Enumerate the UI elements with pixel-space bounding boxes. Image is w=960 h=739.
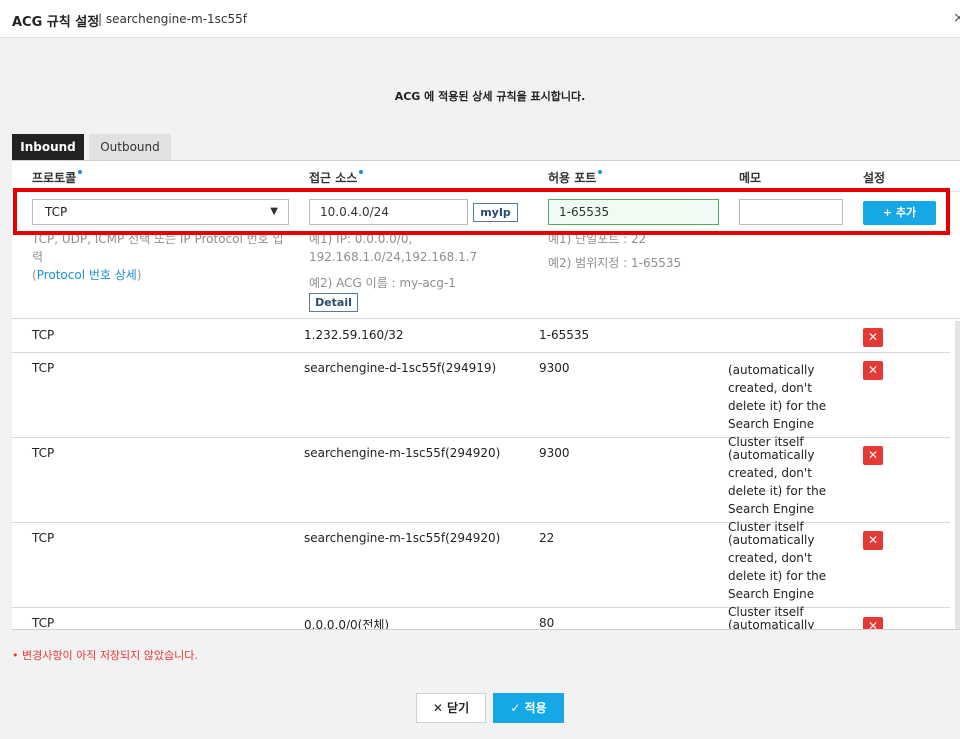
column-header-memo: 메모 <box>739 171 762 185</box>
required-dot-icon <box>359 170 364 174</box>
close-icon[interactable]: × <box>953 10 960 26</box>
detail-button[interactable]: Detail <box>309 293 358 312</box>
source-input[interactable]: 10.0.4.0/24 <box>309 199 468 225</box>
close-button[interactable]: ✕ 닫기 <box>416 693 486 723</box>
rule-protocol: TCP <box>32 361 55 375</box>
required-dot-icon <box>598 170 603 174</box>
dialog-title: ACG 규칙 설정 <box>12 15 100 30</box>
rule-port: 22 <box>539 531 555 545</box>
delete-rule-icon[interactable]: ✕ <box>863 328 883 347</box>
memo-input[interactable] <box>739 199 843 225</box>
dialog-subtitle: ACG 에 적용된 상세 규칙을 표시합니다. <box>394 90 586 103</box>
tab-inbound[interactable]: Inbound <box>12 134 84 160</box>
column-header-protocol: 프로토콜 <box>32 169 83 186</box>
rule-entry-row: TCP ▼ 10.0.4.0/24 myIp 1-65535 + 추가 TCP,… <box>12 191 960 319</box>
myip-button[interactable]: myIp <box>473 203 518 222</box>
rule-protocol: TCP <box>32 446 55 460</box>
rule-source: searchengine-d-1sc55f(294919) <box>304 361 497 375</box>
rule-source: 0.0.0.0/0(전체) <box>304 618 390 630</box>
rule-source: searchengine-m-1sc55f(294920) <box>304 531 501 545</box>
unsaved-warning: • 변경사항이 아직 저장되지 않았습니다. <box>12 649 198 662</box>
port-input[interactable]: 1-65535 <box>548 199 719 225</box>
protocol-hint: TCP, UDP, ICMP 선택 또는 IP Protocol 번호 입력 (… <box>32 232 284 282</box>
delete-rule-icon[interactable]: ✕ <box>863 446 883 465</box>
rule-port: 9300 <box>539 446 570 460</box>
protocol-select[interactable]: TCP ▼ <box>32 199 289 225</box>
table-row: TCP searchengine-m-1sc55f(294920) 9300 (… <box>12 438 950 534</box>
rule-protocol: TCP <box>32 328 55 342</box>
column-header-source: 접근 소스 <box>309 169 364 186</box>
table-row: TCP searchengine-d-1sc55f(294919) 9300 (… <box>12 353 950 449</box>
rule-port: 9300 <box>539 361 570 375</box>
rules-scrollbar[interactable] <box>955 321 960 629</box>
required-dot-icon <box>78 170 83 174</box>
delete-rule-icon[interactable]: ✕ <box>863 531 883 550</box>
caret-down-icon: ▼ <box>270 206 278 217</box>
add-rule-button[interactable]: + 추가 <box>863 201 936 225</box>
table-row: TCP 0.0.0.0/0(전체) 80 (automatically ✕ <box>12 608 950 630</box>
apply-button[interactable]: ✓ 적용 <box>493 693 564 723</box>
rule-port: 1-65535 <box>539 328 590 342</box>
rules-panel: 프로토콜 접근 소스 허용 포트 메모 설정 TCP ▼ 10.0.4.0/24… <box>12 160 960 630</box>
table-row: TCP searchengine-m-1sc55f(294920) 22 (au… <box>12 523 950 619</box>
rule-protocol: TCP <box>32 531 55 545</box>
dialog-titlebar: ACG 규칙 설정 | searchengine-m-1sc55f × <box>0 0 960 38</box>
table-row: TCP 1.232.59.160/32 1-65535 ✕ <box>12 320 950 353</box>
delete-rule-icon[interactable]: ✕ <box>863 361 883 380</box>
source-hint: 예1) IP: 0.0.0.0/0, 192.168.1.0/24,192.16… <box>309 232 478 290</box>
column-header-port: 허용 포트 <box>548 169 603 186</box>
dialog-title-target: | searchengine-m-1sc55f <box>98 12 247 26</box>
rule-memo: (automatically <box>728 618 815 630</box>
rule-source: 1.232.59.160/32 <box>304 328 404 342</box>
delete-rule-icon[interactable]: ✕ <box>863 617 883 629</box>
rule-port: 80 <box>539 616 555 630</box>
column-header-settings: 설정 <box>863 171 886 185</box>
rule-source: searchengine-m-1sc55f(294920) <box>304 446 501 460</box>
port-hint: 예1) 단일포트 : 22 예2) 범위지정 : 1-65535 <box>548 232 682 270</box>
rule-protocol: TCP <box>32 616 55 630</box>
protocol-number-detail-link[interactable]: Protocol 번호 상세 <box>37 268 137 282</box>
tab-outbound[interactable]: Outbound <box>89 134 171 160</box>
